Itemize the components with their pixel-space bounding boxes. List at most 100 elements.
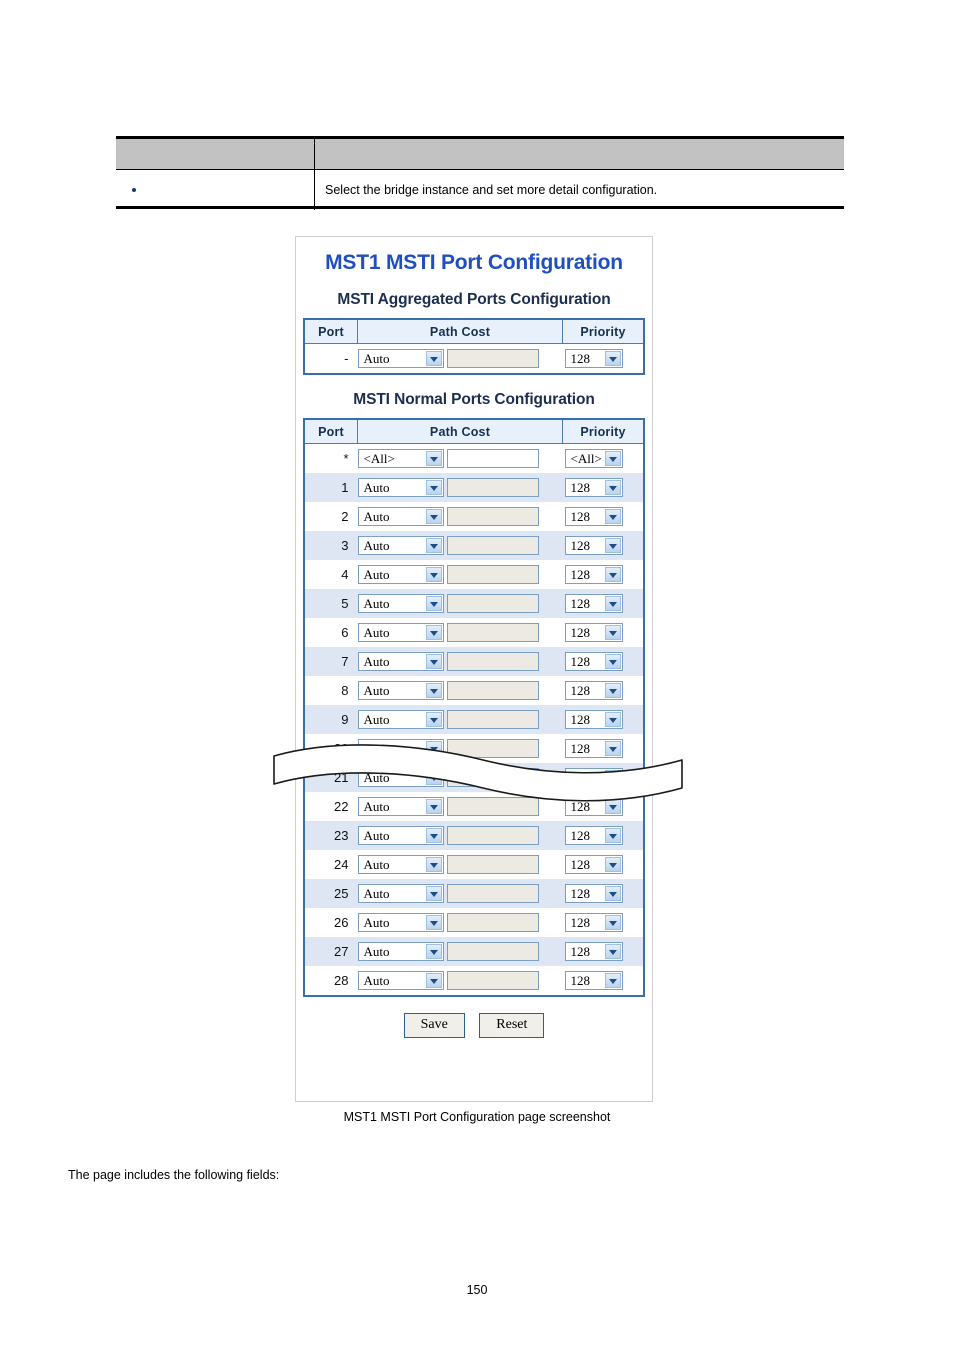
port-number: 6 <box>341 625 349 640</box>
path-cost-select[interactable]: <All> <box>357 449 444 468</box>
priority-select-value: 128 <box>570 596 591 611</box>
chevron-down-icon[interactable] <box>425 828 442 843</box>
priority-select[interactable]: 128 <box>564 884 623 903</box>
priority-select[interactable]: 128 <box>564 507 623 526</box>
chevron-down-icon[interactable] <box>604 915 621 930</box>
chevron-down-icon[interactable] <box>425 683 442 698</box>
chevron-down-icon[interactable] <box>604 770 621 785</box>
port-number: 4 <box>341 567 349 582</box>
priority-select[interactable]: 128 <box>564 739 623 758</box>
chevron-down-icon[interactable] <box>425 480 442 495</box>
priority-select[interactable]: 128 <box>564 971 623 990</box>
priority-select[interactable]: 128 <box>564 349 623 368</box>
path-cost-select-value: Auto <box>363 625 390 640</box>
chevron-down-icon[interactable] <box>604 625 621 640</box>
chevron-down-icon[interactable] <box>604 567 621 582</box>
path-cost-input <box>446 594 539 613</box>
priority-select[interactable]: 128 <box>564 623 623 642</box>
chevron-down-icon[interactable] <box>604 683 621 698</box>
path-cost-select[interactable]: Auto <box>357 768 444 787</box>
chevron-down-icon[interactable] <box>425 596 442 611</box>
path-cost-select[interactable]: Auto <box>357 507 444 526</box>
path-cost-select[interactable]: Auto <box>357 855 444 874</box>
chevron-down-icon[interactable] <box>425 857 442 872</box>
chevron-down-icon[interactable] <box>425 509 442 524</box>
port-row: 24 Auto 128 <box>304 850 644 879</box>
port-number: 7 <box>304 647 358 676</box>
chevron-down-icon[interactable] <box>425 567 442 582</box>
port-row: 1 Auto 128 <box>304 473 644 502</box>
chevron-down-icon[interactable] <box>604 654 621 669</box>
priority-select[interactable]: 128 <box>564 768 623 787</box>
priority-select[interactable]: 128 <box>564 913 623 932</box>
chevron-down-icon[interactable] <box>425 451 442 466</box>
priority-select[interactable]: 128 <box>564 594 623 613</box>
path-cost-select[interactable]: Auto <box>357 884 444 903</box>
priority-select[interactable]: 128 <box>564 942 623 961</box>
priority-select[interactable]: 128 <box>564 855 623 874</box>
chevron-down-icon[interactable] <box>425 973 442 988</box>
chevron-down-icon[interactable] <box>425 351 442 366</box>
priority-select[interactable]: 128 <box>564 681 623 700</box>
priority-select-value: 128 <box>570 973 591 988</box>
chevron-down-icon[interactable] <box>604 712 621 727</box>
path-cost-select[interactable]: Auto <box>357 565 444 584</box>
port-number: 2 <box>341 509 349 524</box>
path-cost-select[interactable]: Auto <box>357 913 444 932</box>
chevron-down-icon[interactable] <box>604 480 621 495</box>
path-cost-select[interactable]: Auto <box>357 797 444 816</box>
path-cost-select[interactable]: Auto <box>357 739 444 758</box>
priority-select[interactable]: 128 <box>564 826 623 845</box>
chevron-down-icon[interactable] <box>604 857 621 872</box>
chevron-down-icon[interactable] <box>425 741 442 756</box>
path-cost-select[interactable]: Auto <box>357 971 444 990</box>
chevron-down-icon[interactable] <box>604 973 621 988</box>
chevron-down-icon[interactable] <box>604 351 621 366</box>
path-cost-select[interactable]: Auto <box>357 478 444 497</box>
chevron-down-icon[interactable] <box>604 538 621 553</box>
chevron-down-icon[interactable] <box>425 538 442 553</box>
chevron-down-icon[interactable] <box>604 886 621 901</box>
path-cost-select[interactable]: Auto <box>357 826 444 845</box>
port-number: 26 <box>334 915 349 930</box>
path-cost-select[interactable]: Auto <box>357 623 444 642</box>
priority-select[interactable]: 128 <box>564 710 623 729</box>
path-cost-cell: Auto <box>357 676 563 705</box>
chevron-down-icon[interactable] <box>604 741 621 756</box>
path-cost-select-value: Auto <box>363 538 390 553</box>
priority-select[interactable]: 128 <box>564 478 623 497</box>
priority-select[interactable]: 128 <box>564 536 623 555</box>
chevron-down-icon[interactable] <box>425 915 442 930</box>
chevron-down-icon[interactable] <box>604 451 621 466</box>
path-cost-select[interactable]: Auto <box>357 652 444 671</box>
normal-section-title: MSTI Normal Ports Configuration <box>353 391 595 408</box>
reset-button[interactable]: Reset <box>479 1013 545 1038</box>
chevron-down-icon[interactable] <box>425 654 442 669</box>
chevron-down-icon[interactable] <box>604 944 621 959</box>
chevron-down-icon[interactable] <box>425 712 442 727</box>
chevron-down-icon[interactable] <box>604 828 621 843</box>
path-cost-select[interactable]: Auto <box>357 349 444 368</box>
priority-select[interactable]: <All> <box>564 449 623 468</box>
path-cost-input[interactable] <box>446 449 539 468</box>
chevron-down-icon[interactable] <box>425 770 442 785</box>
path-cost-select[interactable]: Auto <box>357 536 444 555</box>
table-header-row <box>116 139 844 170</box>
path-cost-select[interactable]: Auto <box>357 942 444 961</box>
chevron-down-icon[interactable] <box>604 799 621 814</box>
path-cost-select[interactable]: Auto <box>357 681 444 700</box>
chevron-down-icon[interactable] <box>425 944 442 959</box>
path-cost-select[interactable]: Auto <box>357 594 444 613</box>
priority-cell: 128 <box>563 850 645 879</box>
chevron-down-icon[interactable] <box>425 625 442 640</box>
priority-select[interactable]: 128 <box>564 797 623 816</box>
chevron-down-icon[interactable] <box>604 596 621 611</box>
priority-select[interactable]: 128 <box>564 565 623 584</box>
priority-select[interactable]: 128 <box>564 652 623 671</box>
save-button[interactable]: Save <box>403 1013 465 1038</box>
chevron-down-icon[interactable] <box>425 799 442 814</box>
chevron-down-icon[interactable] <box>604 509 621 524</box>
column-header-port: Port <box>303 418 358 444</box>
chevron-down-icon[interactable] <box>425 886 442 901</box>
path-cost-select[interactable]: Auto <box>357 710 444 729</box>
